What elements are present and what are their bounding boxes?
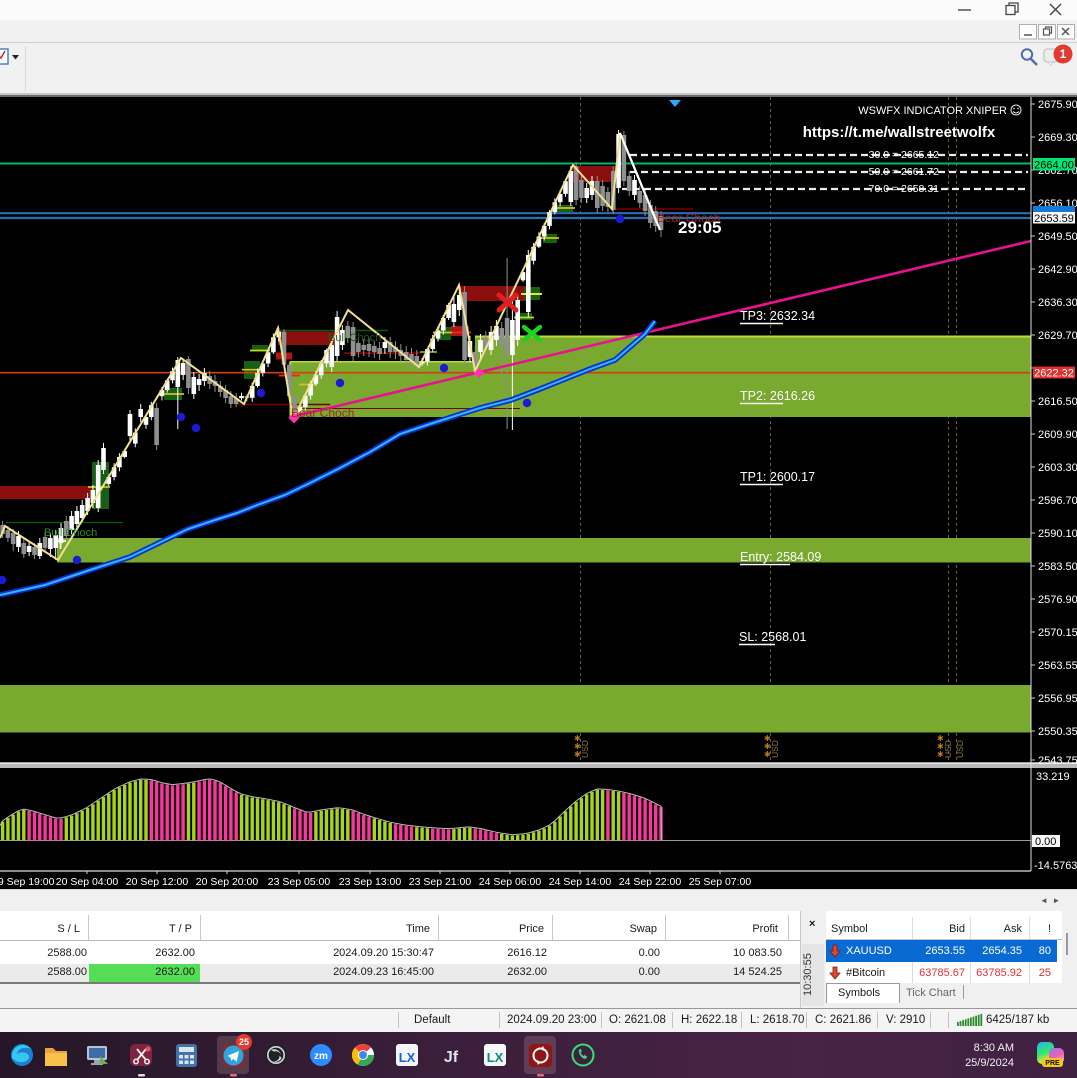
svg-text:2556.95: 2556.95	[1038, 693, 1077, 705]
svg-text:25 Sep 07:00: 25 Sep 07:00	[689, 876, 752, 888]
svg-text:19 Sep 19:00: 19 Sep 19:00	[0, 876, 55, 888]
svg-text:2596.70: 2596.70	[1038, 495, 1077, 507]
svg-text:2622.32: 2622.32	[1034, 368, 1074, 380]
svg-text:2653.59: 2653.59	[1034, 213, 1074, 225]
svg-text:23 Sep 05:00: 23 Sep 05:00	[268, 876, 331, 888]
svg-text:2543.75: 2543.75	[1038, 755, 1077, 767]
svg-text:-14.5763: -14.5763	[1034, 860, 1077, 872]
svg-text:23 Sep 13:00: 23 Sep 13:00	[339, 876, 402, 888]
svg-text:2576.90: 2576.90	[1038, 594, 1077, 606]
svg-text:2563.55: 2563.55	[1038, 660, 1077, 672]
svg-text:USD: USD	[955, 740, 965, 758]
svg-text:2616.50: 2616.50	[1038, 396, 1077, 408]
svg-text:70.0 = 2658.31: 70.0 = 2658.31	[869, 183, 940, 195]
svg-text:LX: LX	[487, 1050, 504, 1065]
svg-text:USD: USD	[580, 740, 590, 758]
svg-text:2590.10: 2590.10	[1038, 528, 1077, 540]
svg-text:24 Sep 06:00: 24 Sep 06:00	[479, 876, 542, 888]
svg-text:zm: zm	[314, 1051, 328, 1062]
svg-text:Bear Choch: Bear Choch	[291, 406, 354, 420]
svg-text:2675.90: 2675.90	[1038, 99, 1077, 111]
svg-text:24 Sep 14:00: 24 Sep 14:00	[549, 876, 612, 888]
svg-text:SL: 2568.01: SL: 2568.01	[739, 630, 806, 644]
svg-text:WSWFX INDICATOR XNIPER: WSWFX INDICATOR XNIPER	[858, 105, 1007, 117]
svg-text:24 Sep 22:00: 24 Sep 22:00	[619, 876, 682, 888]
svg-text:50.0 = 2661.72: 50.0 = 2661.72	[869, 166, 940, 178]
svg-text:TP1: 2600.17: TP1: 2600.17	[740, 470, 815, 484]
svg-text:30.0 = 2665.12: 30.0 = 2665.12	[869, 149, 940, 161]
svg-text:2603.30: 2603.30	[1038, 462, 1077, 474]
svg-text:20 Sep 12:00: 20 Sep 12:00	[126, 876, 189, 888]
svg-text:2570.15: 2570.15	[1038, 627, 1077, 639]
svg-text:TP2: 2616.26: TP2: 2616.26	[740, 389, 815, 403]
svg-text:20 Sep 04:00: 20 Sep 04:00	[56, 876, 119, 888]
svg-text:2550.35: 2550.35	[1038, 726, 1077, 738]
svg-text:2636.30: 2636.30	[1038, 297, 1077, 309]
svg-text:33.219: 33.219	[1036, 771, 1070, 783]
svg-text:2583.50: 2583.50	[1038, 561, 1077, 573]
svg-text:USD: USD	[943, 740, 953, 758]
svg-text:Bull Choch: Bull Choch	[328, 332, 381, 344]
svg-text:LX: LX	[399, 1050, 416, 1065]
svg-text:2649.50: 2649.50	[1038, 231, 1077, 243]
svg-text:2629.70: 2629.70	[1038, 330, 1077, 342]
svg-text:8:30 AM: 8:30 AM	[974, 1042, 1014, 1054]
svg-text:Jf: Jf	[444, 1049, 459, 1066]
svg-text:25: 25	[239, 1037, 249, 1047]
svg-text:TP3: 2632.34: TP3: 2632.34	[740, 309, 815, 323]
svg-text:2642.90: 2642.90	[1038, 264, 1077, 276]
svg-text:Bear Choch: Bear Choch	[657, 211, 720, 225]
svg-text:Bull Choch: Bull Choch	[44, 527, 97, 539]
svg-text:USD: USD	[770, 740, 780, 758]
svg-text:20 Sep 20:00: 20 Sep 20:00	[196, 876, 259, 888]
svg-text:23 Sep 21:00: 23 Sep 21:00	[409, 876, 472, 888]
svg-text:2664.00: 2664.00	[1034, 160, 1074, 172]
svg-text:0.00: 0.00	[1035, 836, 1056, 848]
svg-text:25/9/2024: 25/9/2024	[965, 1057, 1014, 1069]
svg-text:Entry: 2584.09: Entry: 2584.09	[740, 550, 821, 564]
svg-text:2609.90: 2609.90	[1038, 429, 1077, 441]
svg-text:2669.30: 2669.30	[1038, 132, 1077, 144]
svg-text:https://t.me/wallstreetwolfx: https://t.me/wallstreetwolfx	[803, 124, 996, 141]
svg-text:PRE: PRE	[1045, 1060, 1060, 1067]
